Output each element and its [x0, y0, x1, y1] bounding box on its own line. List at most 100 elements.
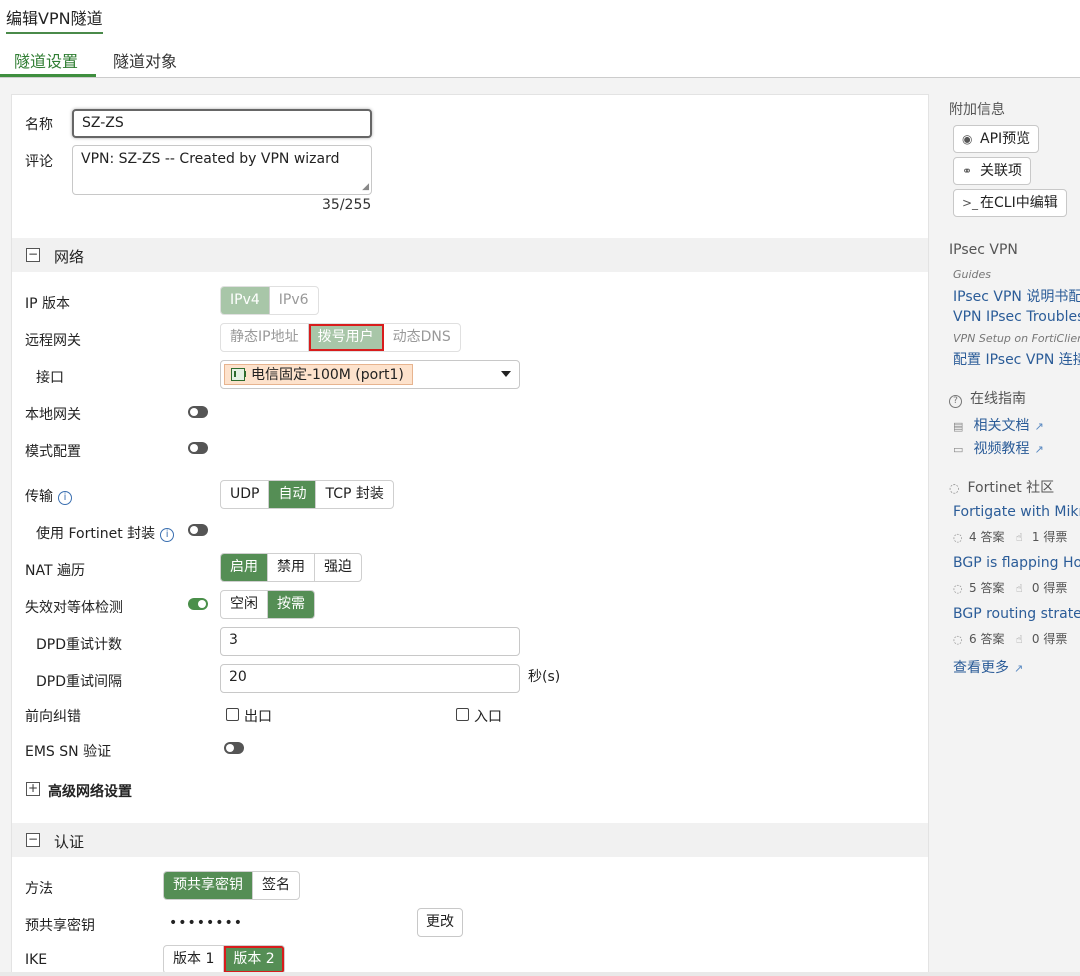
fec-egress-checkbox[interactable] [226, 708, 239, 721]
dpd-on-demand[interactable]: 按需 [268, 591, 314, 618]
psk-value: •••••••• [169, 915, 244, 931]
see-more-link[interactable]: 查看更多 ↗ [953, 657, 1023, 677]
ipsec-vpn-heading: IPsec VPN [949, 242, 1018, 258]
page-title: 编辑VPN隧道 [6, 5, 103, 34]
community-heading: ◌ Fortinet 社区 [949, 477, 1054, 497]
comment-text: VPN: SZ-ZS -- Created by VPN wizard [81, 151, 340, 167]
post-1-answers: 4 答案 [969, 530, 1005, 544]
active-tab-indicator [0, 74, 96, 77]
ike-version-group: 版本 1 版本 2 [163, 945, 285, 974]
collapse-icon[interactable]: − [26, 248, 40, 262]
dpd-retry-interval-input[interactable]: 20 [220, 664, 520, 693]
interface-select[interactable]: 电信固定-100M (port1) [220, 360, 520, 389]
local-gateway-toggle[interactable] [188, 406, 208, 418]
advanced-network-settings[interactable]: 高级网络设置 [48, 781, 132, 801]
eye-icon: ◉ [962, 132, 973, 146]
port-icon [231, 368, 246, 381]
api-preview-button[interactable]: ◉ API预览 [953, 125, 1040, 153]
mode-config-label: 模式配置 [25, 444, 81, 460]
expand-icon[interactable]: + [26, 782, 40, 796]
transport-udp[interactable]: UDP [221, 481, 270, 508]
link-icon: ⚭ [962, 164, 973, 178]
info-icon[interactable]: i [58, 491, 72, 505]
resize-handle-icon[interactable]: ◢ [362, 183, 369, 192]
docs-link[interactable]: ▤ 相关文档 ↗ [953, 415, 1044, 435]
community-post-2[interactable]: BGP is flapping Hold [953, 555, 1080, 571]
guide-link-1[interactable]: IPsec VPN 说明书配置 [953, 286, 1080, 306]
dpd-label: 失效对等体检测 [25, 600, 123, 616]
remote-gateway-label: 远程网关 [25, 333, 81, 349]
psk-label: 预共享密钥 [25, 918, 95, 934]
method-signature[interactable]: 签名 [253, 872, 299, 899]
transport-label: 传输 [25, 489, 53, 505]
see-more-label: 查看更多 [953, 660, 1009, 676]
network-section-title: 网络 [54, 248, 85, 266]
ike-label: IKE [25, 952, 48, 968]
references-button[interactable]: ⚭ 关联项 [953, 157, 1031, 185]
dpd-retry-count-input[interactable]: 3 [220, 627, 520, 656]
bottom-edge [0, 972, 1080, 976]
post-3-likes: 0 得票 [1031, 632, 1068, 646]
community-post-1[interactable]: Fortigate with Mikrotik [953, 504, 1080, 520]
transport-tcp-encap[interactable]: TCP 封装 [316, 481, 392, 508]
fec-ingress-checkbox[interactable] [456, 708, 469, 721]
collapse-icon[interactable]: − [26, 833, 40, 847]
video-link[interactable]: ▭ 视频教程 ↗ [953, 438, 1044, 458]
post-1-meta: ◌ 4 答案 ☝ 1 得票 [953, 528, 1067, 545]
mode-config-toggle[interactable] [188, 442, 208, 454]
guide-link-2[interactable]: VPN IPsec Troubleshooting [953, 309, 1080, 325]
transport-auto[interactable]: 自动 [269, 481, 317, 508]
change-psk-button[interactable]: 更改 [417, 908, 463, 937]
chat-icon: ◌ [953, 633, 963, 646]
chat-icon: ◌ [953, 582, 963, 595]
method-group: 预共享密钥 签名 [163, 871, 300, 900]
dpd-on-idle[interactable]: 空闲 [221, 591, 268, 618]
nat-forced[interactable]: 强迫 [315, 554, 361, 581]
interface-value: 电信固定-100M (port1) [251, 367, 404, 383]
method-psk[interactable]: 预共享密钥 [164, 872, 253, 899]
nat-traversal-label: NAT 遍历 [25, 563, 85, 579]
name-input[interactable]: SZ-ZS [72, 109, 372, 138]
additional-info-heading: 附加信息 [949, 102, 1005, 118]
ip-version-ipv6[interactable]: IPv6 [270, 287, 318, 314]
dpd-toggle[interactable] [188, 598, 208, 610]
name-label: 名称 [25, 117, 53, 133]
community-post-3[interactable]: BGP routing strategy [953, 606, 1080, 622]
auth-section-header: − 认证 [12, 823, 928, 857]
remote-gateway-dialup-user[interactable]: 拨号用户 [308, 324, 384, 351]
online-guide-label: 在线指南 [970, 391, 1026, 407]
info-sidebar: 附加信息 ◉ API预览 ⚭ 关联项 >_ 在CLI中编辑 IPsec VPN Gui… [940, 90, 1080, 976]
ip-version-group: IPv4 IPv6 [220, 286, 319, 315]
remote-gateway-dynamic-dns[interactable]: 动态DNS [384, 324, 460, 351]
tab-tunnel-objects[interactable]: 隧道对象 [113, 48, 177, 72]
transport-label-wrap: 传输 i [25, 486, 72, 506]
ike-version-2[interactable]: 版本 2 [224, 946, 284, 973]
forticlient-link[interactable]: 配置 IPsec VPN 连接 [953, 349, 1080, 369]
transport-group: UDP 自动 TCP 封装 [220, 480, 394, 509]
external-link-icon: ↗ [1014, 662, 1024, 675]
fec-label: 前向纠错 [25, 709, 81, 725]
ip-version-ipv4[interactable]: IPv4 [221, 287, 270, 314]
tab-tunnel-settings[interactable]: 隧道设置 [14, 48, 78, 72]
dpd-retry-interval-label: DPD重试间隔 [36, 674, 123, 690]
chat-icon: ◌ [949, 481, 960, 495]
nat-enable[interactable]: 启用 [221, 554, 268, 581]
api-preview-label: API预览 [980, 131, 1031, 147]
post-2-meta: ◌ 5 答案 ☝ 0 得票 [953, 579, 1067, 596]
remote-gateway-static-ip[interactable]: 静态IP地址 [221, 324, 309, 351]
video-link-label: 视频教程 [973, 441, 1030, 457]
info-icon[interactable]: i [160, 528, 175, 542]
video-icon: ▭ [953, 443, 964, 456]
local-gateway-label: 本地网关 [25, 407, 81, 423]
fortinet-encap-label-wrap: 使用 Fortinet 封装 i [36, 523, 175, 543]
ike-version-1[interactable]: 版本 1 [164, 946, 225, 973]
edit-in-cli-button[interactable]: >_ 在CLI中编辑 [953, 189, 1067, 217]
fortinet-encap-toggle[interactable] [188, 524, 208, 536]
ems-sn-toggle[interactable] [224, 742, 244, 754]
auth-section-title: 认证 [54, 833, 85, 851]
network-section-header: − 网络 [12, 238, 928, 272]
comment-textarea[interactable]: VPN: SZ-ZS -- Created by VPN wizard ◢ [72, 145, 372, 195]
dpd-retry-count-label: DPD重试计数 [36, 637, 123, 653]
nat-disable[interactable]: 禁用 [268, 554, 315, 581]
post-3-answers: 6 答案 [969, 632, 1005, 646]
